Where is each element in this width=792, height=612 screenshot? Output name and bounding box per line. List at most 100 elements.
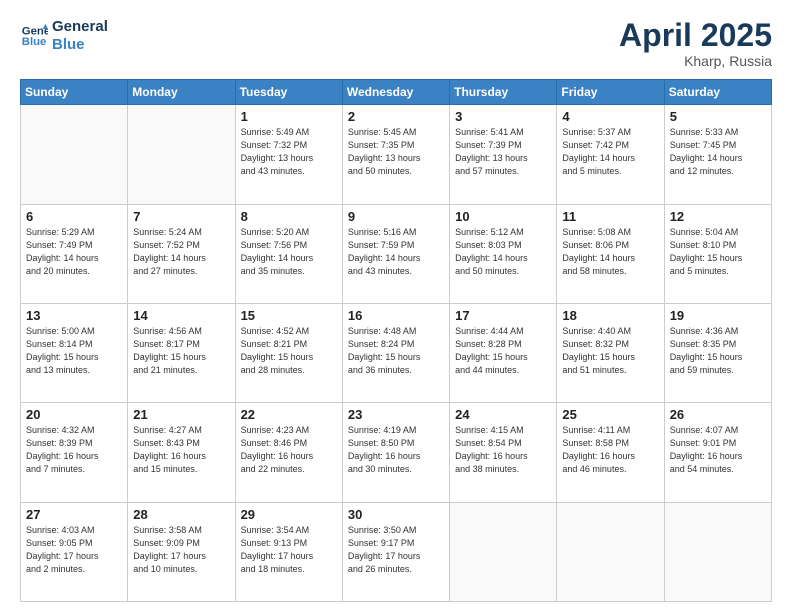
weekday-header: Tuesday — [235, 80, 342, 105]
day-number: 13 — [26, 308, 122, 323]
cell-info: Sunrise: 4:56 AM Sunset: 8:17 PM Dayligh… — [133, 325, 229, 377]
day-number: 3 — [455, 109, 551, 124]
location: Kharp, Russia — [619, 53, 772, 69]
cell-info: Sunrise: 4:03 AM Sunset: 9:05 PM Dayligh… — [26, 524, 122, 576]
calendar-cell: 6 Sunrise: 5:29 AM Sunset: 7:49 PM Daylig… — [21, 204, 128, 303]
calendar-cell — [450, 502, 557, 601]
calendar-week-row: 27 Sunrise: 4:03 AM Sunset: 9:05 PM Dayli… — [21, 502, 772, 601]
calendar-cell: 22Sunrise: 4:23 AM Sunset: 8:46 PM Dayli… — [235, 403, 342, 502]
cell-info: Sunrise: 4:52 AM Sunset: 8:21 PM Dayligh… — [241, 325, 337, 377]
day-number: 11 — [562, 209, 658, 224]
calendar-cell: 10Sunrise: 5:12 AM Sunset: 8:03 PM Dayli… — [450, 204, 557, 303]
cell-info: Sunrise: 5:00 AM Sunset: 8:14 PM Dayligh… — [26, 325, 122, 377]
calendar-cell: 29 Sunrise: 3:54 AM Sunset: 9:13 PM Dayli… — [235, 502, 342, 601]
cell-info: Sunrise: 5:08 AM Sunset: 8:06 PM Dayligh… — [562, 226, 658, 278]
cell-info: Sunrise: 3:54 AM Sunset: 9:13 PM Dayligh… — [241, 524, 337, 576]
weekday-header: Monday — [128, 80, 235, 105]
calendar-cell: 2Sunrise: 5:45 AM Sunset: 7:35 PM Daylig… — [342, 105, 449, 204]
calendar-cell: 24 Sunrise: 4:15 AM Sunset: 8:54 PM Dayli… — [450, 403, 557, 502]
logo-blue: Blue — [52, 36, 108, 54]
day-number: 19 — [670, 308, 766, 323]
logo-icon: General Blue — [20, 22, 48, 50]
calendar-cell: 9 Sunrise: 5:16 AM Sunset: 7:59 PM Daylig… — [342, 204, 449, 303]
cell-info: Sunrise: 5:41 AM Sunset: 7:39 PM Dayligh… — [455, 126, 551, 178]
day-number: 8 — [241, 209, 337, 224]
day-number: 7 — [133, 209, 229, 224]
calendar-cell: 3 Sunrise: 5:41 AM Sunset: 7:39 PM Daylig… — [450, 105, 557, 204]
calendar-cell: 19Sunrise: 4:36 AM Sunset: 8:35 PM Dayli… — [664, 303, 771, 402]
weekday-header: Wednesday — [342, 80, 449, 105]
day-number: 20 — [26, 407, 122, 422]
cell-info: Sunrise: 4:48 AM Sunset: 8:24 PM Dayligh… — [348, 325, 444, 377]
day-number: 30 — [348, 507, 444, 522]
day-number: 12 — [670, 209, 766, 224]
day-number: 28 — [133, 507, 229, 522]
day-number: 21 — [133, 407, 229, 422]
calendar-cell: 28 Sunrise: 3:58 AM Sunset: 9:09 PM Dayli… — [128, 502, 235, 601]
calendar-cell — [557, 502, 664, 601]
cell-info: Sunrise: 5:12 AM Sunset: 8:03 PM Dayligh… — [455, 226, 551, 278]
cell-info: Sunrise: 4:27 AM Sunset: 8:43 PM Dayligh… — [133, 424, 229, 476]
cell-info: Sunrise: 4:19 AM Sunset: 8:50 PM Dayligh… — [348, 424, 444, 476]
calendar-week-row: 6 Sunrise: 5:29 AM Sunset: 7:49 PM Daylig… — [21, 204, 772, 303]
cell-info: Sunrise: 4:44 AM Sunset: 8:28 PM Dayligh… — [455, 325, 551, 377]
cell-info: Sunrise: 4:40 AM Sunset: 8:32 PM Dayligh… — [562, 325, 658, 377]
weekday-header: Friday — [557, 80, 664, 105]
logo-general: General — [52, 18, 108, 36]
cell-info: Sunrise: 4:32 AM Sunset: 8:39 PM Dayligh… — [26, 424, 122, 476]
weekday-header: Saturday — [664, 80, 771, 105]
cell-info: Sunrise: 5:16 AM Sunset: 7:59 PM Dayligh… — [348, 226, 444, 278]
svg-text:Blue: Blue — [22, 36, 47, 48]
calendar-cell: 11 Sunrise: 5:08 AM Sunset: 8:06 PM Dayli… — [557, 204, 664, 303]
day-number: 23 — [348, 407, 444, 422]
weekday-header: Sunday — [21, 80, 128, 105]
day-number: 5 — [670, 109, 766, 124]
day-number: 24 — [455, 407, 551, 422]
calendar-cell: 27 Sunrise: 4:03 AM Sunset: 9:05 PM Dayli… — [21, 502, 128, 601]
calendar-cell: 12 Sunrise: 5:04 AM Sunset: 8:10 PM Dayli… — [664, 204, 771, 303]
calendar-cell — [21, 105, 128, 204]
day-number: 29 — [241, 507, 337, 522]
title-block: April 2025 Kharp, Russia — [619, 18, 772, 69]
calendar-week-row: 20 Sunrise: 4:32 AM Sunset: 8:39 PM Dayli… — [21, 403, 772, 502]
cell-info: Sunrise: 3:58 AM Sunset: 9:09 PM Dayligh… — [133, 524, 229, 576]
day-number: 14 — [133, 308, 229, 323]
calendar-cell: 23 Sunrise: 4:19 AM Sunset: 8:50 PM Dayli… — [342, 403, 449, 502]
calendar-cell: 5 Sunrise: 5:33 AM Sunset: 7:45 PM Daylig… — [664, 105, 771, 204]
calendar-cell: 15 Sunrise: 4:52 AM Sunset: 8:21 PM Dayli… — [235, 303, 342, 402]
day-number: 1 — [241, 109, 337, 124]
cell-info: Sunrise: 4:15 AM Sunset: 8:54 PM Dayligh… — [455, 424, 551, 476]
calendar-cell: 30Sunrise: 3:50 AM Sunset: 9:17 PM Dayli… — [342, 502, 449, 601]
cell-info: Sunrise: 4:07 AM Sunset: 9:01 PM Dayligh… — [670, 424, 766, 476]
weekday-header: Thursday — [450, 80, 557, 105]
calendar-cell — [664, 502, 771, 601]
calendar-week-row: 13 Sunrise: 5:00 AM Sunset: 8:14 PM Dayli… — [21, 303, 772, 402]
cell-info: Sunrise: 5:20 AM Sunset: 7:56 PM Dayligh… — [241, 226, 337, 278]
calendar-cell: 26 Sunrise: 4:07 AM Sunset: 9:01 PM Dayli… — [664, 403, 771, 502]
cell-info: Sunrise: 5:29 AM Sunset: 7:49 PM Dayligh… — [26, 226, 122, 278]
day-number: 17 — [455, 308, 551, 323]
cell-info: Sunrise: 5:37 AM Sunset: 7:42 PM Dayligh… — [562, 126, 658, 178]
cell-info: Sunrise: 5:49 AM Sunset: 7:32 PM Dayligh… — [241, 126, 337, 178]
calendar-cell: 17 Sunrise: 4:44 AM Sunset: 8:28 PM Dayli… — [450, 303, 557, 402]
calendar-cell: 7 Sunrise: 5:24 AM Sunset: 7:52 PM Daylig… — [128, 204, 235, 303]
day-number: 26 — [670, 407, 766, 422]
cell-info: Sunrise: 4:11 AM Sunset: 8:58 PM Dayligh… — [562, 424, 658, 476]
logo: General Blue General Blue — [20, 18, 108, 54]
day-number: 15 — [241, 308, 337, 323]
cell-info: Sunrise: 5:45 AM Sunset: 7:35 PM Dayligh… — [348, 126, 444, 178]
calendar-cell: 14 Sunrise: 4:56 AM Sunset: 8:17 PM Dayli… — [128, 303, 235, 402]
day-number: 16 — [348, 308, 444, 323]
cell-info: Sunrise: 5:33 AM Sunset: 7:45 PM Dayligh… — [670, 126, 766, 178]
calendar-cell: 16 Sunrise: 4:48 AM Sunset: 8:24 PM Dayli… — [342, 303, 449, 402]
cell-info: Sunrise: 5:04 AM Sunset: 8:10 PM Dayligh… — [670, 226, 766, 278]
day-number: 22 — [241, 407, 337, 422]
calendar-table: SundayMondayTuesdayWednesdayThursdayFrid… — [20, 79, 772, 602]
cell-info: Sunrise: 5:24 AM Sunset: 7:52 PM Dayligh… — [133, 226, 229, 278]
day-number: 27 — [26, 507, 122, 522]
calendar-week-row: 1 Sunrise: 5:49 AM Sunset: 7:32 PM Daylig… — [21, 105, 772, 204]
page-header: General Blue General Blue April 2025 Kha… — [20, 18, 772, 69]
day-number: 25 — [562, 407, 658, 422]
day-number: 6 — [26, 209, 122, 224]
day-number: 9 — [348, 209, 444, 224]
